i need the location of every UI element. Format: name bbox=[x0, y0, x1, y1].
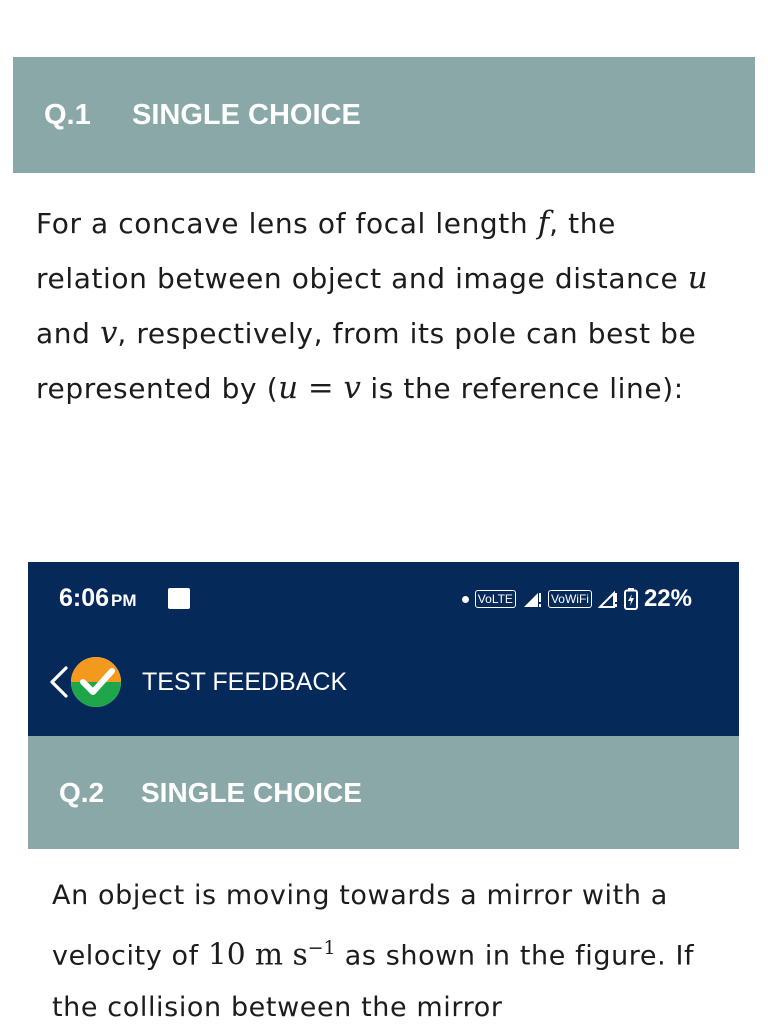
math-equation: u = v bbox=[278, 370, 361, 406]
dot-icon bbox=[461, 595, 469, 603]
page-title: TEST FEEDBACK bbox=[142, 667, 348, 696]
math-variable-u: u bbox=[687, 260, 708, 296]
signal-icon bbox=[597, 590, 617, 608]
status-ampm: PM bbox=[111, 591, 137, 610]
app-logo-icon bbox=[71, 657, 121, 707]
question-type-label: SINGLE CHOICE bbox=[132, 98, 361, 131]
battery-charging-icon bbox=[623, 588, 638, 610]
math-unit: m s bbox=[254, 937, 308, 973]
question-2-header: Q.2 SINGLE CHOICE bbox=[28, 736, 739, 849]
math-variable-v: v bbox=[99, 315, 118, 351]
vowifi-badge: VoWiFi bbox=[547, 590, 592, 608]
math-variable-f: f bbox=[537, 205, 550, 241]
app-header-panel: 6:06 PM VoLTE VoWiFi 22% TEST FEEDBACK bbox=[28, 562, 739, 737]
signal-icon bbox=[523, 593, 541, 607]
math-exponent: −1 bbox=[307, 937, 336, 959]
app-toolbar: TEST FEEDBACK bbox=[44, 657, 347, 707]
question-text-segment: For a concave lens of focal length bbox=[36, 207, 538, 240]
back-arrow-icon[interactable] bbox=[44, 662, 72, 702]
math-value: 10 bbox=[207, 937, 246, 973]
status-indicators: VoLTE VoWiFi 22% bbox=[461, 584, 692, 614]
volte-badge: VoLTE bbox=[474, 590, 516, 608]
battery-percentage: 22% bbox=[643, 585, 692, 612]
question-text-segment: is the reference line): bbox=[360, 372, 684, 405]
question-number: Q.2 bbox=[59, 776, 105, 808]
notification-icon bbox=[168, 588, 190, 609]
question-number: Q.1 bbox=[44, 98, 91, 131]
question-1-header: Q.1 SINGLE CHOICE bbox=[13, 57, 755, 173]
question-1-text: For a concave lens of focal length f, th… bbox=[36, 196, 726, 416]
question-type-label: SINGLE CHOICE bbox=[141, 776, 362, 808]
status-time: 6:06 PM bbox=[59, 584, 137, 612]
question-2-text: An object is moving towards a mirror wit… bbox=[52, 870, 732, 1024]
question-text-segment: and bbox=[36, 317, 100, 350]
